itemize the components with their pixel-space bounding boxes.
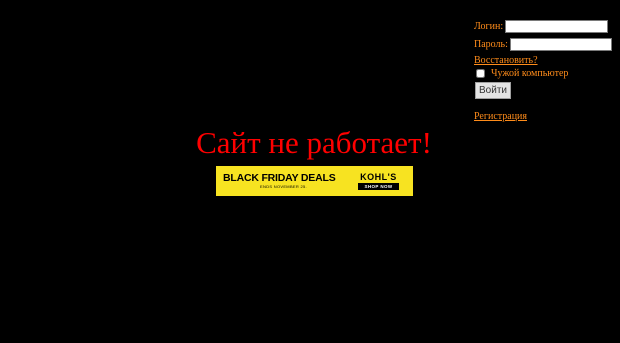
login-input[interactable]	[505, 20, 609, 33]
site-down-headline: Сайт не работает!	[196, 125, 432, 160]
ad-shop-now-button[interactable]: SHOP NOW	[358, 183, 399, 190]
login-label: Логин:	[474, 21, 504, 32]
ad-title: BLACK FRIDAY DEALS	[223, 171, 336, 184]
foreign-computer-label: Чужой компьютер	[491, 68, 569, 79]
password-label: Пароль:	[474, 39, 508, 50]
password-row: Пароль:	[474, 36, 616, 53]
register-link[interactable]: Регистрация	[474, 111, 527, 122]
foreign-computer-row: Чужой компьютер	[474, 67, 616, 80]
ad-brand-logo: KOHL'S	[360, 172, 397, 182]
password-input[interactable]	[509, 38, 612, 51]
login-button[interactable]: Войти	[475, 82, 511, 99]
recover-row: Восстановить?	[474, 54, 616, 67]
ad-brand-block: KOHL'S SHOP NOW	[344, 172, 413, 190]
login-panel: Логин: Пароль: Восстановить? Чужой компь…	[474, 18, 616, 124]
login-row: Логин:	[474, 18, 616, 35]
recover-password-link[interactable]: Восстановить?	[474, 55, 538, 66]
register-row: Регистрация	[474, 111, 616, 124]
ad-banner[interactable]: BLACK FRIDAY DEALS ENDS NOVEMBER 25. KOH…	[216, 166, 413, 196]
ad-text-block: BLACK FRIDAY DEALS ENDS NOVEMBER 25.	[216, 171, 344, 190]
foreign-computer-checkbox[interactable]	[476, 69, 485, 78]
ad-subtitle: ENDS NOVEMBER 25.	[260, 183, 307, 189]
